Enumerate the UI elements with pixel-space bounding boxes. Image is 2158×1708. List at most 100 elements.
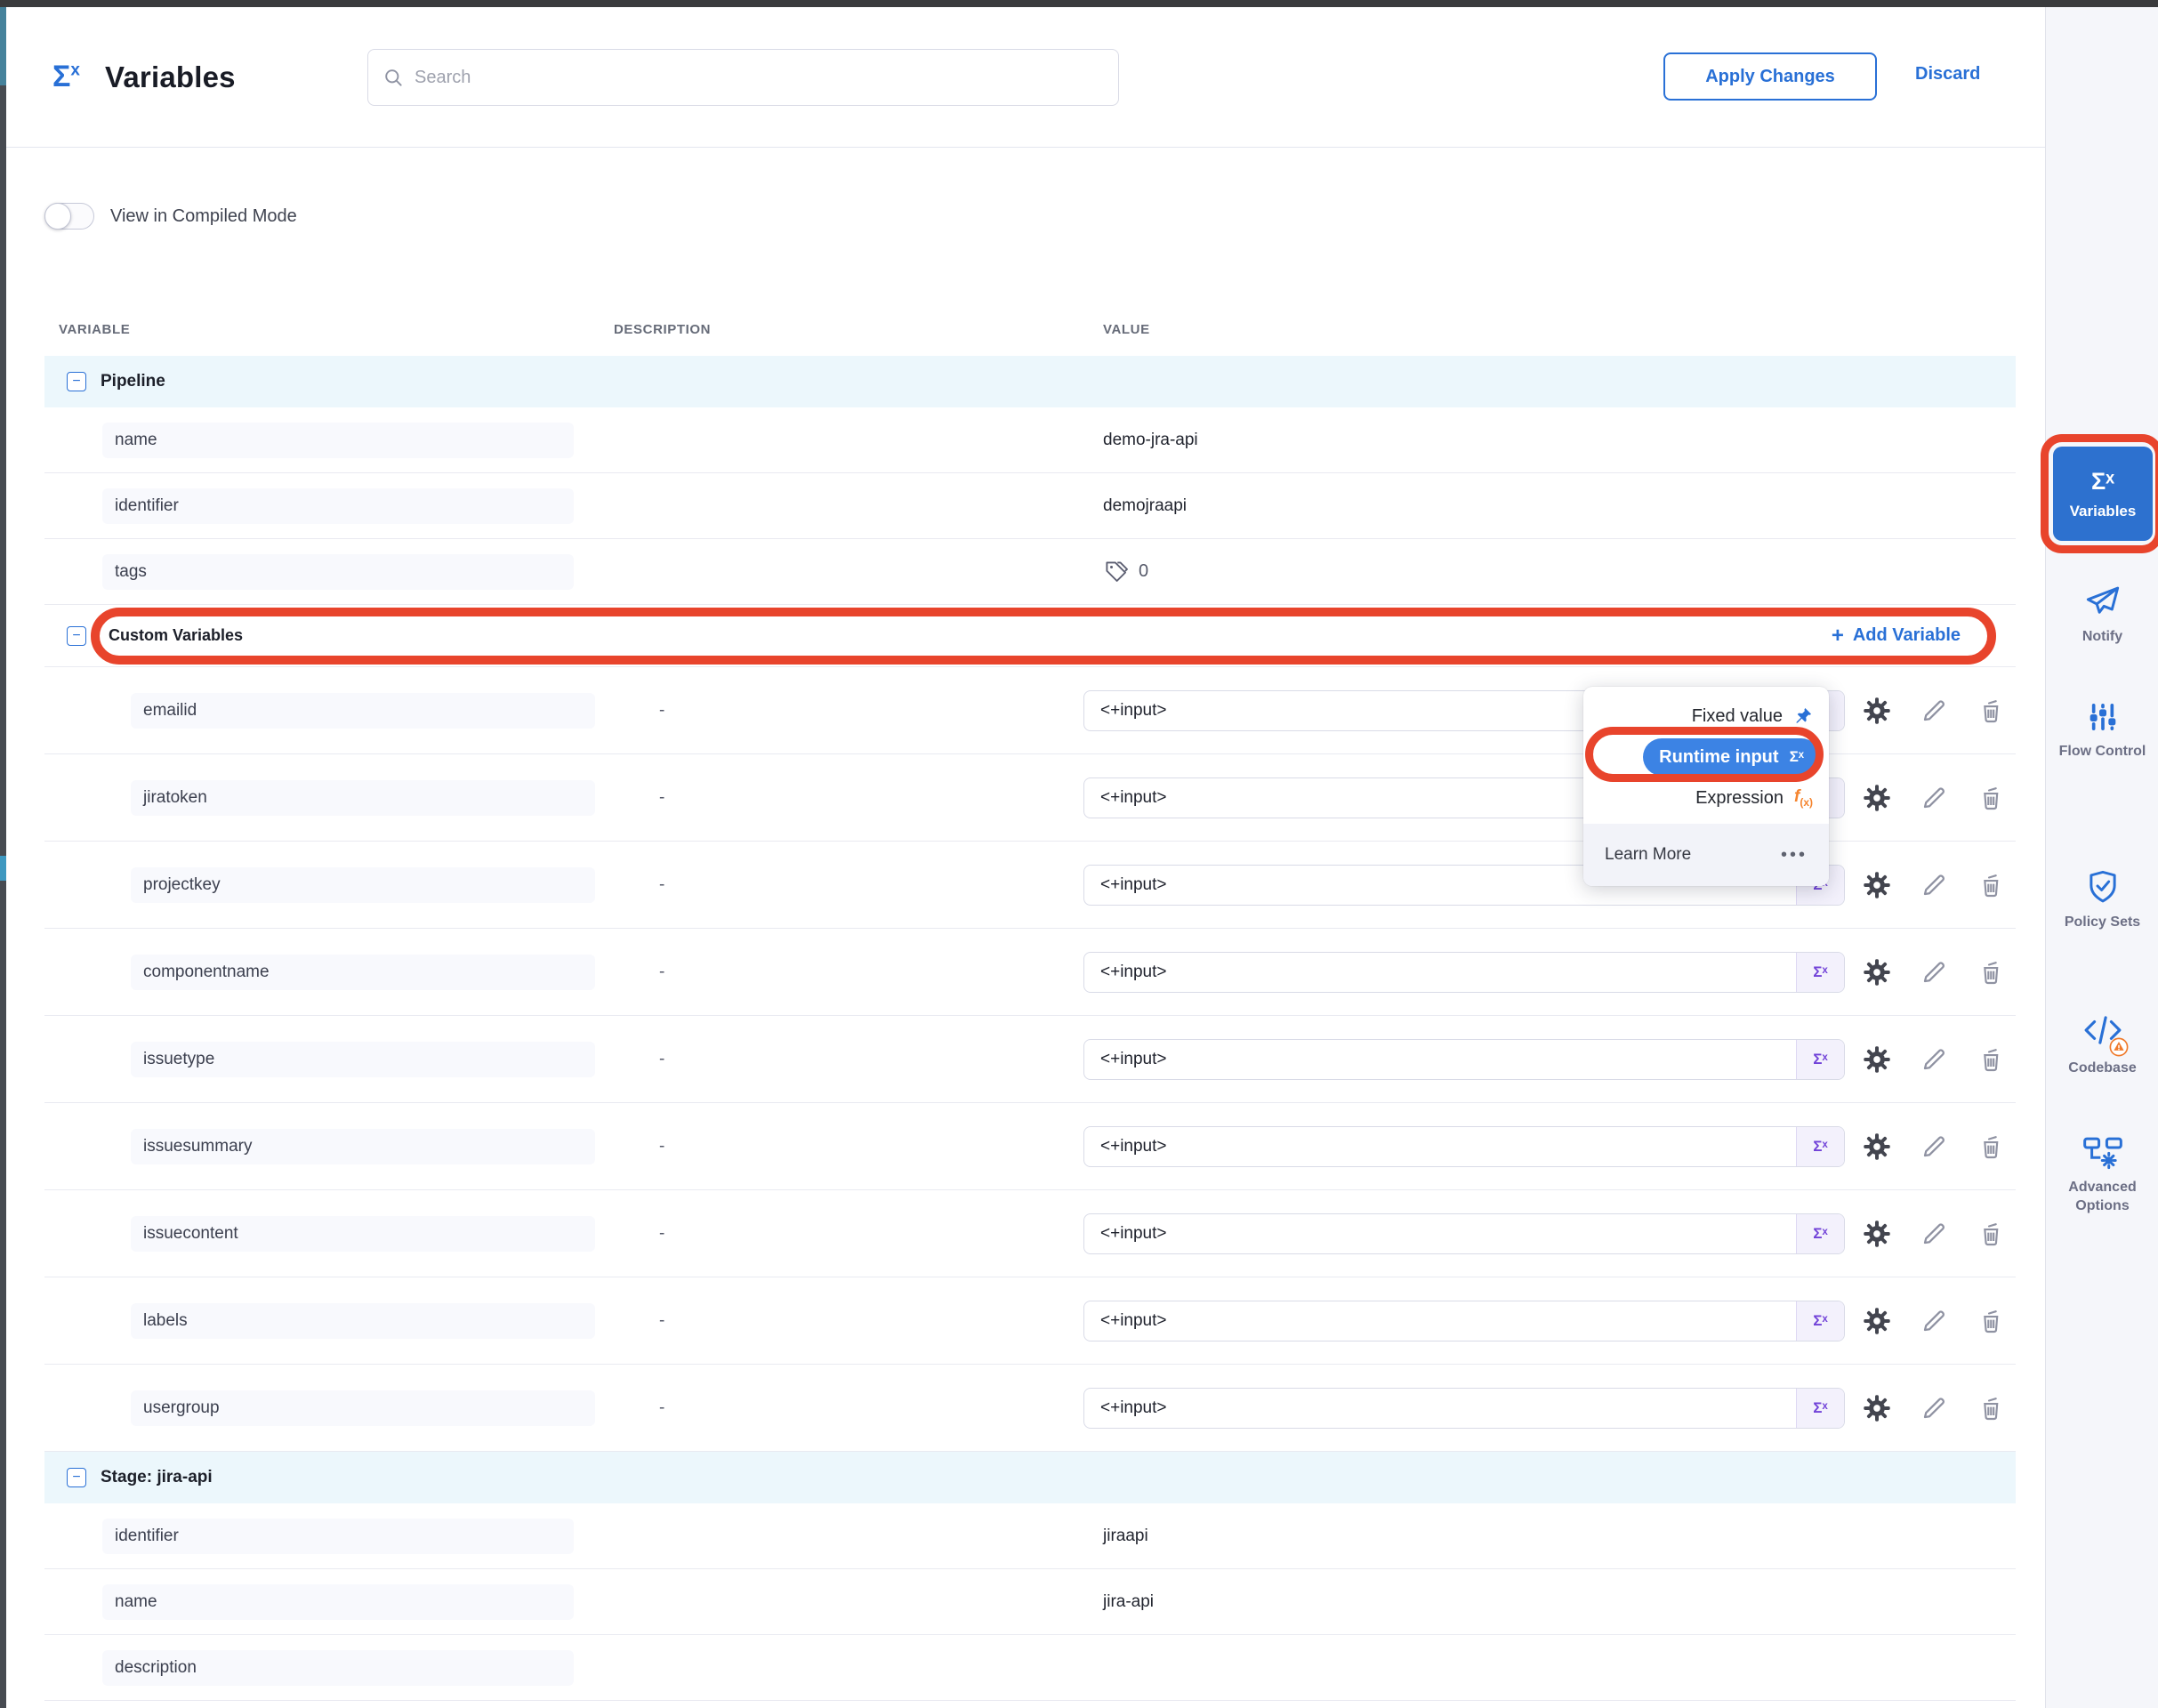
tag-icon	[1103, 559, 1130, 585]
variable-settings-button[interactable]	[1861, 869, 1893, 901]
sidebar-item-codebase[interactable]: Codebase	[2046, 1013, 2158, 1078]
delete-variable-button[interactable]	[1975, 695, 2007, 727]
value-input[interactable]: <+input>Σˣ	[1083, 1388, 1845, 1429]
edit-variable-button[interactable]	[1918, 1218, 1950, 1250]
edit-variable-button[interactable]	[1918, 695, 1950, 727]
runtime-input-type-icon[interactable]: Σˣ	[1796, 1301, 1844, 1341]
variable-settings-button[interactable]	[1861, 782, 1893, 814]
apply-changes-button[interactable]: Apply Changes	[1663, 52, 1877, 101]
compiled-mode-label: View in Compiled Mode	[110, 206, 297, 227]
more-options-dots[interactable]: •••	[1781, 845, 1808, 866]
table-row: description	[44, 1635, 2016, 1701]
trash-icon	[1977, 1045, 2005, 1074]
delete-variable-button[interactable]	[1975, 782, 2007, 814]
shield-check-icon	[2084, 868, 2122, 906]
variable-settings-button[interactable]	[1861, 1043, 1893, 1076]
pencil-icon	[1920, 958, 1948, 987]
delete-variable-button[interactable]	[1975, 1131, 2007, 1163]
collapse-minus-icon[interactable]: −	[67, 1468, 86, 1487]
sidebar-item-notify[interactable]: Notify	[2046, 583, 2158, 647]
edit-variable-button[interactable]	[1918, 869, 1950, 901]
variable-description: -	[614, 1311, 1059, 1331]
pencil-icon	[1920, 1132, 1948, 1161]
delete-variable-button[interactable]	[1975, 1043, 2007, 1076]
section-title: Pipeline	[101, 372, 165, 391]
section-title: Custom Variables	[109, 626, 243, 645]
menu-item-fixed-value[interactable]: Fixed value	[1583, 696, 1829, 737]
left-nav-accent-tick	[0, 856, 6, 881]
collapse-minus-icon[interactable]: −	[67, 626, 86, 646]
table-row: componentname - <+input>Σˣ	[44, 929, 2016, 1016]
collapse-minus-icon[interactable]: −	[67, 372, 86, 391]
delete-variable-button[interactable]	[1975, 869, 2007, 901]
variable-name-label: name	[102, 423, 574, 458]
variable-description: -	[614, 963, 1059, 982]
expression-fx-icon: f(x)	[1794, 787, 1813, 809]
value-input[interactable]: <+input>Σˣ	[1083, 1301, 1845, 1341]
edit-variable-button[interactable]	[1918, 782, 1950, 814]
edit-variable-button[interactable]	[1918, 1392, 1950, 1424]
pencil-icon	[1920, 697, 1948, 725]
value-input[interactable]: <+input>Σˣ	[1083, 952, 1845, 993]
left-nav-accent-top	[0, 7, 6, 85]
sidebar-item-variables[interactable]: Σˣ Variables	[2053, 447, 2153, 541]
variable-description: -	[614, 1224, 1059, 1244]
variable-name-label: identifier	[102, 1519, 574, 1554]
tags-count: 0	[1139, 561, 1148, 582]
search-icon	[382, 67, 404, 88]
variable-settings-button[interactable]	[1861, 695, 1893, 727]
add-variable-button[interactable]: + Add Variable	[1832, 624, 1961, 649]
gear-icon	[1862, 1219, 1892, 1249]
edit-variable-button[interactable]	[1918, 956, 1950, 988]
edit-variable-button[interactable]	[1918, 1043, 1950, 1076]
table-row: identifier jiraapi	[44, 1503, 2016, 1569]
compiled-mode-toggle[interactable]	[44, 203, 94, 230]
variable-description: -	[614, 788, 1059, 808]
value-input[interactable]: <+input>Σˣ	[1083, 1039, 1845, 1080]
delete-variable-button[interactable]	[1975, 956, 2007, 988]
menu-footer: Learn More •••	[1583, 824, 1829, 886]
menu-item-runtime-input[interactable]: Runtime input Σˣ	[1583, 737, 1829, 777]
pencil-icon	[1920, 1394, 1948, 1422]
sidebar-item-policy-sets[interactable]: Policy Sets	[2046, 868, 2158, 932]
variable-settings-button[interactable]	[1861, 1392, 1893, 1424]
runtime-input-type-icon[interactable]: Σˣ	[1796, 953, 1844, 992]
table-row: issuesummary - <+input>Σˣ	[44, 1103, 2016, 1190]
variable-settings-button[interactable]	[1861, 956, 1893, 988]
table-row: name demo-jra-api	[44, 407, 2016, 473]
variable-settings-button[interactable]	[1861, 1131, 1893, 1163]
table-header-row: VARIABLE DESCRIPTION VALUE	[44, 302, 2016, 356]
variable-settings-button[interactable]	[1861, 1305, 1893, 1337]
learn-more-link[interactable]: Learn More	[1605, 845, 1691, 865]
menu-item-expression[interactable]: Expression f(x)	[1583, 777, 1829, 818]
edit-variable-button[interactable]	[1918, 1305, 1950, 1337]
pencil-icon	[1920, 1307, 1948, 1335]
variable-name-label: name	[102, 1584, 574, 1620]
pencil-icon	[1920, 871, 1948, 899]
trash-icon	[1977, 697, 2005, 725]
runtime-input-type-icon[interactable]: Σˣ	[1796, 1389, 1844, 1428]
variable-settings-button[interactable]	[1861, 1218, 1893, 1250]
value-input[interactable]: <+input>Σˣ	[1083, 1213, 1845, 1254]
variable-name-label: labels	[131, 1303, 595, 1339]
edit-variable-button[interactable]	[1918, 1131, 1950, 1163]
compiled-mode-row: View in Compiled Mode	[44, 200, 2045, 232]
runtime-input-type-icon[interactable]: Σˣ	[1796, 1040, 1844, 1079]
runtime-input-type-icon[interactable]: Σˣ	[1796, 1214, 1844, 1253]
runtime-input-sigma-icon: Σˣ	[1790, 748, 1804, 766]
trash-icon	[1977, 1220, 2005, 1248]
discard-button[interactable]: Discard	[1915, 64, 1980, 85]
trash-icon	[1977, 1132, 2005, 1161]
value-input[interactable]: <+input>Σˣ	[1083, 1126, 1845, 1167]
delete-variable-button[interactable]	[1975, 1392, 2007, 1424]
runtime-input-type-icon[interactable]: Σˣ	[1796, 1127, 1844, 1166]
sidebar-item-flow-control[interactable]: Flow Control	[2046, 699, 2158, 761]
search-input[interactable]	[415, 68, 1104, 88]
delete-variable-button[interactable]	[1975, 1218, 2007, 1250]
flowchart-gear-icon	[2082, 1135, 2123, 1171]
search-box[interactable]	[367, 49, 1119, 106]
column-header-variable: VARIABLE	[44, 322, 614, 337]
sidebar-item-advanced-options[interactable]: Advanced Options	[2046, 1135, 2158, 1216]
table-row: name jira-api	[44, 1569, 2016, 1635]
delete-variable-button[interactable]	[1975, 1305, 2007, 1337]
